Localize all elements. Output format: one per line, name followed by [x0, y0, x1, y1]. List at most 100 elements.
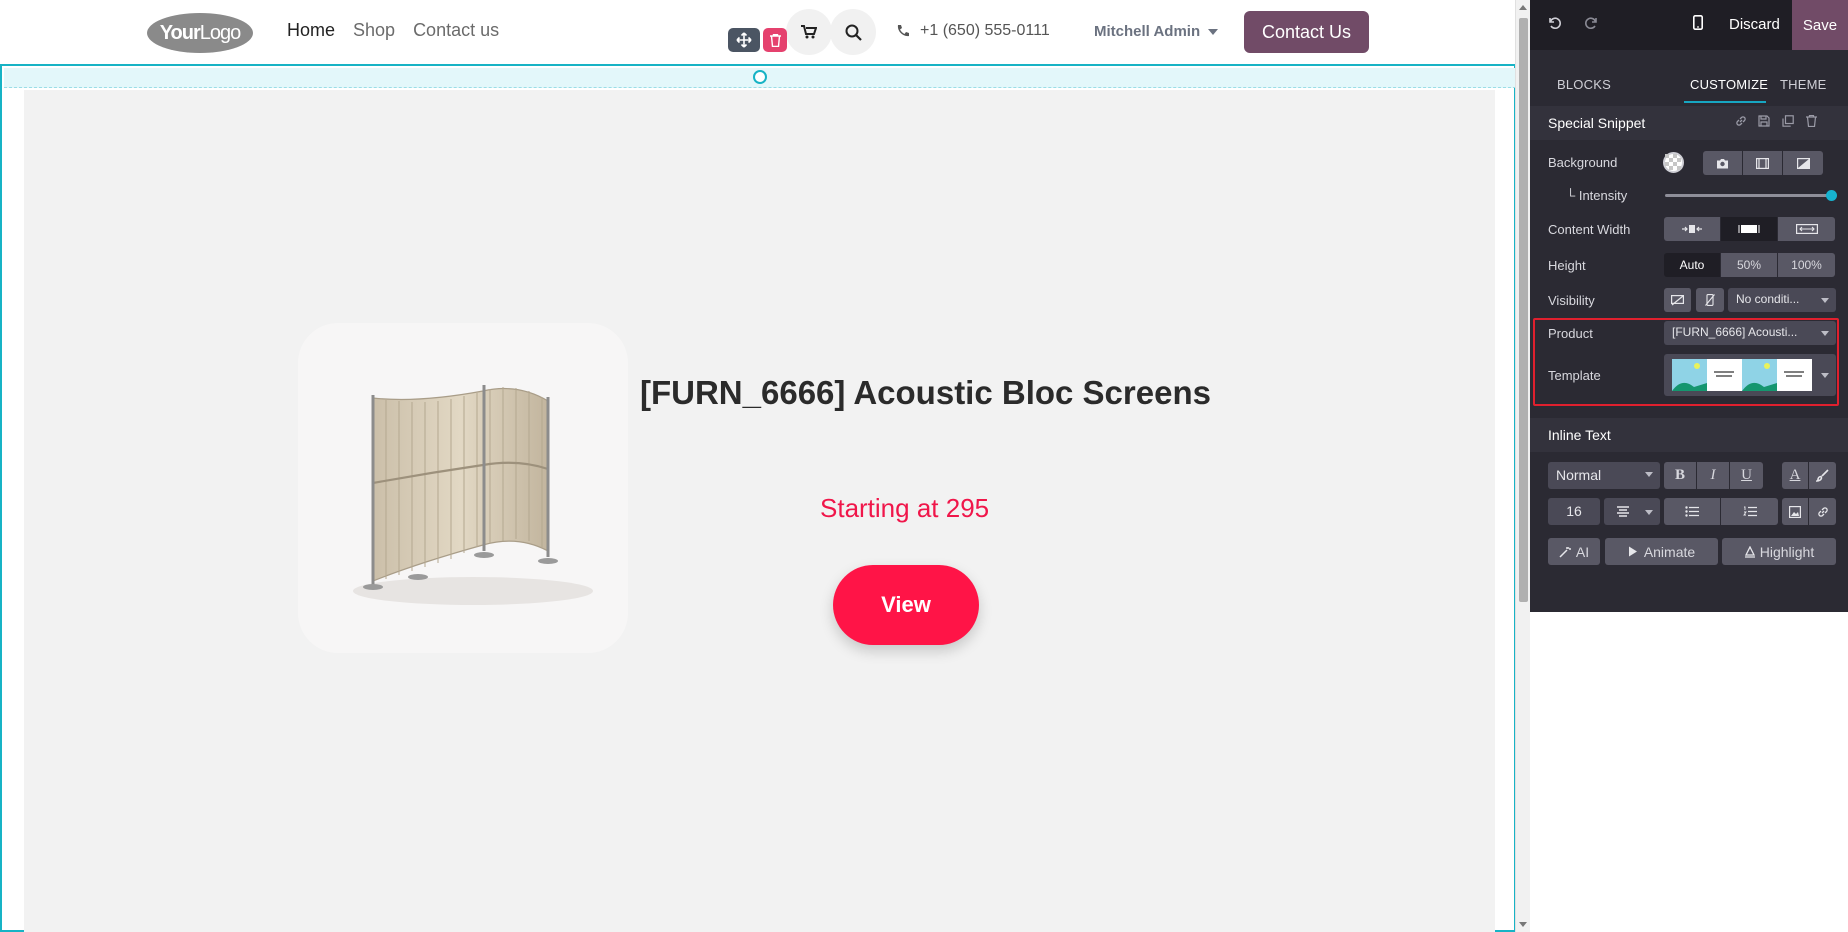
intensity-slider-track[interactable] — [1665, 194, 1831, 197]
snippet-options-header: Special Snippet — [1530, 106, 1848, 140]
product-price[interactable]: Starting at 295 — [820, 493, 989, 524]
background-image-button[interactable] — [1703, 151, 1743, 175]
delete-snippet-button[interactable] — [763, 28, 787, 52]
phone-link[interactable]: +1 (650) 555-0111 — [896, 22, 1050, 40]
cart-icon — [801, 25, 817, 39]
undo-icon[interactable] — [1547, 15, 1561, 34]
page-scrollbar[interactable] — [1515, 0, 1530, 932]
mobile-preview-icon[interactable] — [1693, 15, 1703, 35]
product-title[interactable]: [FURN_6666] Acoustic Bloc Screens — [640, 374, 1211, 412]
nav-contact[interactable]: Contact us — [413, 20, 499, 41]
height-50-button[interactable]: 50% — [1721, 253, 1778, 277]
text-color-group: A — [1782, 462, 1836, 489]
content-width-full-button[interactable] — [1778, 217, 1835, 241]
duplicate-icon[interactable] — [1782, 115, 1794, 130]
nav-home[interactable]: Home — [287, 20, 335, 41]
align-select[interactable] — [1604, 498, 1660, 525]
highlight-icon — [1744, 545, 1755, 558]
visibility-select[interactable]: No conditi... — [1728, 288, 1836, 312]
logo-bold-text: Your — [159, 21, 201, 44]
save-button[interactable]: Save — [1792, 0, 1848, 50]
content-width-small-button[interactable] — [1664, 217, 1721, 241]
site-logo[interactable]: Your Logo — [147, 13, 253, 53]
bold-button[interactable]: B — [1664, 462, 1697, 489]
user-menu[interactable]: Mitchell Admin — [1094, 23, 1219, 40]
editor-empty-area — [1530, 612, 1848, 932]
insert-group — [1782, 498, 1836, 525]
bullet-list-button[interactable] — [1664, 498, 1721, 525]
contact-us-button[interactable]: Contact Us — [1244, 11, 1369, 53]
product-image[interactable] — [298, 323, 628, 653]
highlight-group: Highlight — [1722, 538, 1836, 565]
image-icon — [1789, 505, 1801, 518]
save-snippet-icon[interactable] — [1758, 115, 1770, 130]
editor-panel: Discard Save BLOCKS CUSTOMIZE THEME Spec… — [1530, 0, 1848, 932]
visibility-label: Visibility — [1548, 293, 1595, 308]
film-icon — [1756, 157, 1769, 169]
acoustic-screen-image — [353, 385, 593, 605]
trash-icon — [769, 33, 781, 47]
underline-button[interactable]: U — [1730, 462, 1763, 489]
background-label: Background — [1548, 155, 1618, 170]
chevron-down-icon — [1645, 472, 1653, 477]
text-color-button[interactable]: A — [1782, 462, 1809, 489]
scroll-down-icon[interactable] — [1519, 922, 1527, 927]
content-width-regular-button[interactable] — [1721, 217, 1778, 241]
tab-customize[interactable]: CUSTOMIZE — [1690, 77, 1768, 92]
numbered-list-button[interactable] — [1721, 498, 1778, 525]
link-icon[interactable] — [1735, 115, 1747, 130]
logo-thin-text: Logo — [199, 21, 241, 44]
hide-desktop-button[interactable] — [1664, 288, 1692, 312]
search-icon — [845, 24, 862, 41]
special-snippet-section[interactable] — [0, 64, 1516, 932]
move-handle[interactable] — [728, 28, 760, 52]
mobile-hidden-icon — [1705, 294, 1715, 306]
background-color-swatch[interactable] — [1663, 152, 1684, 173]
search-button[interactable] — [830, 9, 876, 55]
font-size-value: 16 — [1566, 503, 1582, 519]
website-preview: Your Logo Home Shop Contact us +1 (650) 5… — [0, 0, 1530, 932]
italic-button[interactable]: I — [1697, 462, 1730, 489]
play-icon — [1628, 546, 1637, 557]
insert-link-button[interactable] — [1809, 498, 1836, 525]
camera-icon — [1717, 158, 1728, 168]
scroll-thumb[interactable] — [1519, 18, 1528, 602]
resize-handle[interactable] — [753, 70, 767, 84]
list-group — [1664, 498, 1778, 525]
discard-button[interactable]: Discard — [1729, 16, 1780, 33]
tab-theme[interactable]: THEME — [1780, 77, 1827, 92]
background-video-button[interactable] — [1743, 151, 1783, 175]
height-100-button[interactable]: 100% — [1778, 253, 1835, 277]
height-auto-button[interactable]: Auto — [1664, 253, 1721, 277]
trash-icon[interactable] — [1806, 114, 1817, 130]
paintbrush-icon — [1816, 469, 1829, 482]
background-type-group — [1703, 151, 1823, 175]
text-style-select[interactable]: Normal — [1548, 462, 1660, 489]
animate-button[interactable]: Animate — [1605, 538, 1718, 565]
view-product-button[interactable]: View — [833, 565, 979, 645]
ai-button[interactable]: AI — [1548, 538, 1600, 565]
animate-group: Animate — [1605, 538, 1718, 565]
main-nav: Home Shop Contact us — [287, 20, 517, 41]
intensity-slider-thumb[interactable] — [1826, 190, 1837, 201]
hide-mobile-button[interactable] — [1696, 288, 1724, 312]
highlight-color-button[interactable] — [1809, 462, 1836, 489]
content-width-group — [1664, 217, 1835, 241]
chevron-down-icon — [1821, 298, 1829, 303]
highlight-button[interactable]: Highlight — [1722, 538, 1836, 565]
annotation-highlight-box — [1533, 318, 1839, 406]
insert-image-button[interactable] — [1782, 498, 1809, 525]
content-width-label: Content Width — [1548, 222, 1631, 237]
nav-shop[interactable]: Shop — [353, 20, 395, 41]
cart-button[interactable] — [786, 9, 832, 55]
intensity-label: └ Intensity — [1566, 188, 1628, 203]
editor-toolbar: Discard Save — [1530, 0, 1848, 50]
magic-wand-icon — [1559, 546, 1571, 558]
visibility-value: No conditi... — [1736, 292, 1800, 306]
font-size-input[interactable]: 16 — [1548, 498, 1600, 525]
background-gradient-button[interactable] — [1783, 151, 1823, 175]
scroll-up-icon[interactable] — [1519, 5, 1527, 10]
tab-blocks[interactable]: BLOCKS — [1557, 77, 1611, 92]
redo-icon[interactable] — [1585, 15, 1599, 34]
inline-text-header: Inline Text — [1530, 418, 1848, 452]
